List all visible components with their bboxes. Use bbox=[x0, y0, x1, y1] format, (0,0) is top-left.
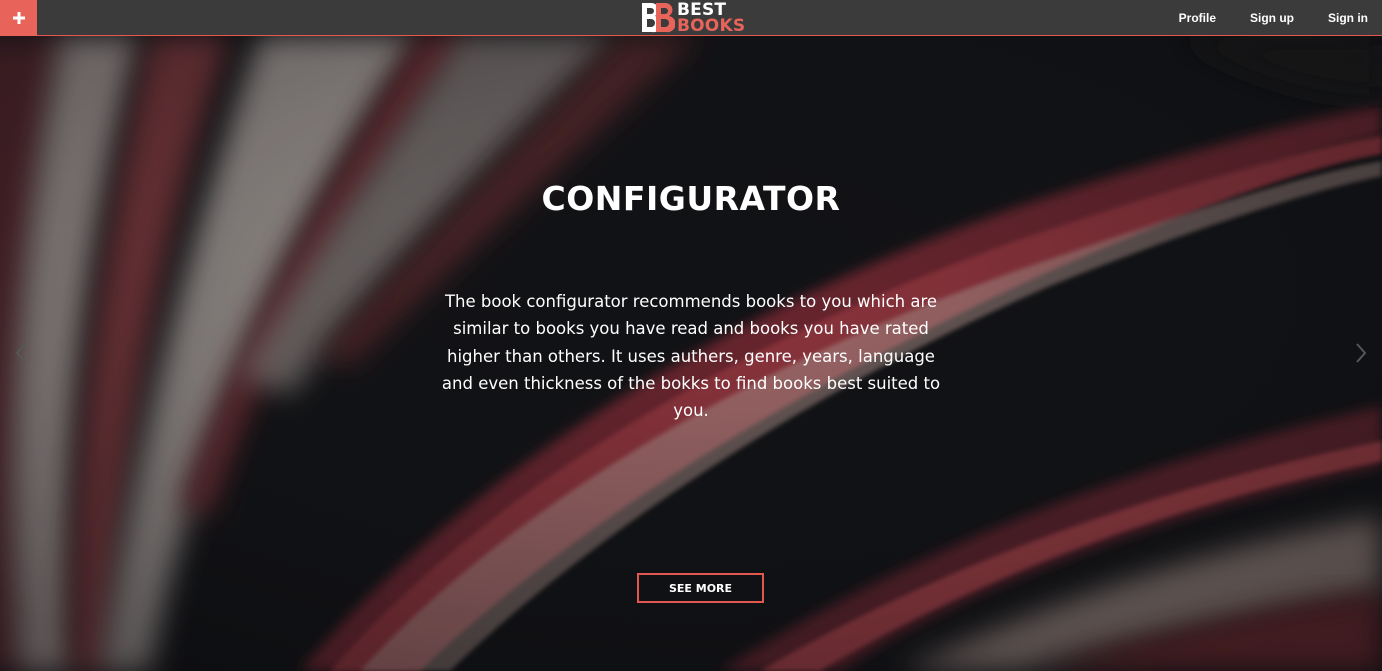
nav-link-profile[interactable]: Profile bbox=[1179, 11, 1216, 25]
logo[interactable]: BEST BOOKS bbox=[639, 0, 745, 36]
nav-links: Profile Sign up Sign in bbox=[1145, 0, 1368, 36]
hero-title: CONFIGURATOR bbox=[541, 179, 841, 218]
page: BEST BOOKS Profile Sign up Sign in CONFI… bbox=[0, 0, 1382, 671]
nav-link-sign-up[interactable]: Sign up bbox=[1250, 11, 1294, 25]
hero-carousel: CONFIGURATOR The book configurator recom… bbox=[0, 36, 1382, 671]
see-more-button[interactable]: SEE MORE bbox=[637, 573, 764, 603]
chevron-right-icon[interactable] bbox=[1354, 342, 1368, 364]
top-navbar: BEST BOOKS Profile Sign up Sign in bbox=[0, 0, 1382, 36]
nav-link-sign-in[interactable]: Sign in bbox=[1328, 11, 1368, 25]
logo-line-books: BOOKS bbox=[677, 16, 746, 36]
logo-text: BEST BOOKS bbox=[677, 2, 746, 36]
add-button[interactable] bbox=[0, 0, 37, 36]
logo-mark-icon bbox=[642, 3, 675, 33]
chevron-left-icon[interactable] bbox=[14, 342, 28, 364]
hero-description: The book configurator recommends books t… bbox=[441, 292, 941, 421]
plus-icon bbox=[12, 12, 25, 24]
